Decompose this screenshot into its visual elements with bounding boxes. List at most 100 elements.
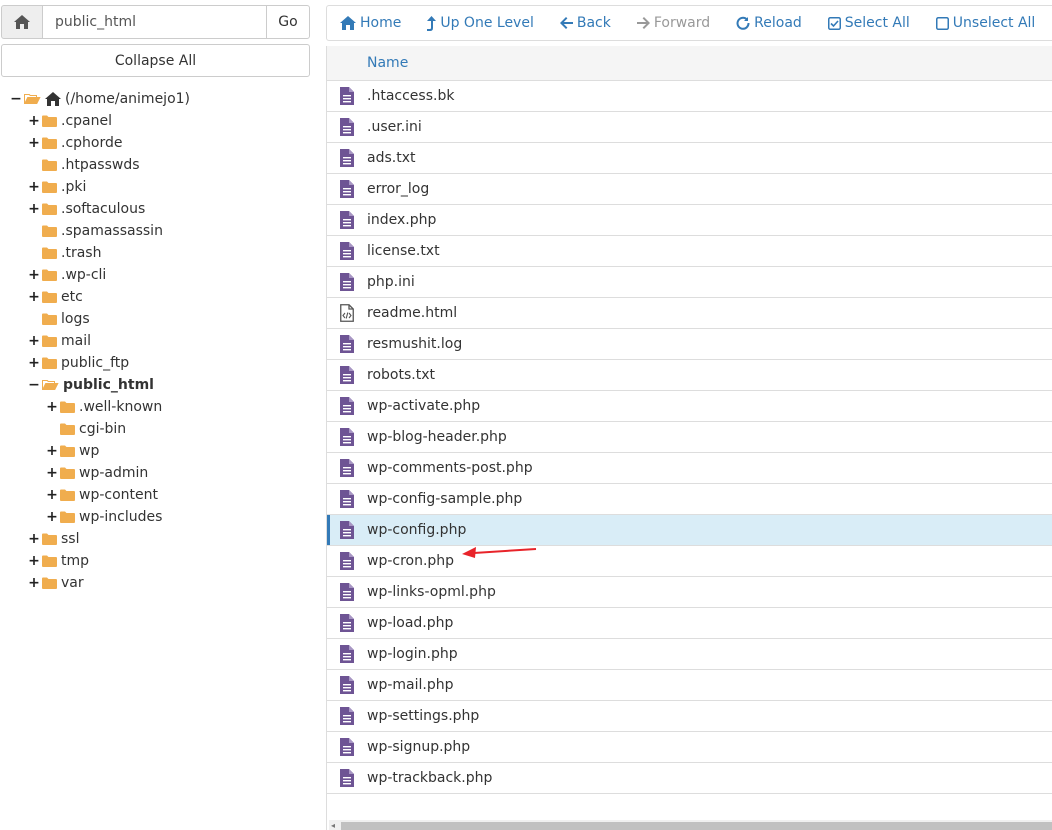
file-row[interactable]: wp-config-sample.php: [327, 484, 1052, 515]
file-row[interactable]: wp-blog-header.php: [327, 422, 1052, 453]
expand-toggle-icon[interactable]: +: [28, 553, 40, 569]
file-row[interactable]: wp-login.php: [327, 639, 1052, 670]
folder-icon: [60, 489, 75, 501]
file-icon: [327, 242, 367, 260]
select-all-button[interactable]: Select All: [815, 6, 923, 40]
tree-item-label: .spamassassin: [61, 223, 163, 239]
expand-toggle-icon[interactable]: +: [28, 113, 40, 129]
tree-item[interactable]: + .cphorde: [0, 132, 320, 154]
tree-item[interactable]: + .cpanel: [0, 110, 320, 132]
file-table-header: Name: [327, 46, 1052, 81]
tree-item-label: wp-content: [79, 487, 158, 503]
file-row[interactable]: wp-cron.php: [327, 546, 1052, 577]
tree-item[interactable]: + public_ftp: [0, 352, 320, 374]
reload-button[interactable]: Reload: [723, 6, 815, 40]
file-name: wp-config.php: [367, 522, 467, 538]
collapse-all-button[interactable]: Collapse All: [1, 44, 310, 77]
expand-toggle-icon[interactable]: +: [46, 465, 58, 481]
file-row[interactable]: wp-comments-post.php: [327, 453, 1052, 484]
tree-item[interactable]: + wp-admin: [0, 462, 320, 484]
file-row[interactable]: wp-links-opml.php: [327, 577, 1052, 608]
tree-item[interactable]: − (/home/animejo1): [0, 88, 320, 110]
file-row[interactable]: readme.html: [327, 298, 1052, 329]
expand-toggle-icon[interactable]: +: [28, 135, 40, 151]
expand-toggle-icon[interactable]: +: [46, 509, 58, 525]
back-button[interactable]: Back: [547, 6, 624, 40]
file-icon: [327, 738, 367, 756]
horizontal-scrollbar[interactable]: ◂: [329, 820, 1052, 830]
file-row[interactable]: resmushit.log: [327, 329, 1052, 360]
tree-item[interactable]: + wp-content: [0, 484, 320, 506]
tree-item[interactable]: + .wp-cli: [0, 264, 320, 286]
expand-toggle-icon[interactable]: +: [28, 179, 40, 195]
expand-toggle-icon[interactable]: +: [28, 333, 40, 349]
unselect-all-button[interactable]: Unselect All: [923, 6, 1049, 40]
file-row[interactable]: error_log: [327, 174, 1052, 205]
file-row[interactable]: ads.txt: [327, 143, 1052, 174]
expand-toggle-icon[interactable]: +: [46, 443, 58, 459]
expand-toggle-icon[interactable]: +: [28, 575, 40, 591]
file-name: wp-mail.php: [367, 677, 454, 693]
file-icon: [327, 366, 367, 384]
scroll-left-icon[interactable]: ◂: [331, 821, 335, 830]
tree-item[interactable]: + .well-known: [0, 396, 320, 418]
tree-item[interactable]: + ssl: [0, 528, 320, 550]
tree-item[interactable]: logs: [0, 308, 320, 330]
collapse-toggle-icon[interactable]: −: [10, 91, 22, 107]
file-row[interactable]: wp-load.php: [327, 608, 1052, 639]
folder-icon: [42, 181, 57, 193]
file-row[interactable]: wp-trackback.php: [327, 763, 1052, 794]
file-row[interactable]: robots.txt: [327, 360, 1052, 391]
expand-toggle-icon[interactable]: +: [28, 355, 40, 371]
tree-item[interactable]: + tmp: [0, 550, 320, 572]
path-input[interactable]: [43, 5, 266, 39]
file-row[interactable]: index.php: [327, 205, 1052, 236]
tree-item[interactable]: + etc: [0, 286, 320, 308]
expand-toggle-icon[interactable]: +: [28, 531, 40, 547]
tree-item[interactable]: .htpasswds: [0, 154, 320, 176]
file-row[interactable]: license.txt: [327, 236, 1052, 267]
tree-item[interactable]: .spamassassin: [0, 220, 320, 242]
name-column-header[interactable]: Name: [367, 55, 408, 71]
file-row[interactable]: wp-mail.php: [327, 670, 1052, 701]
home-button[interactable]: Home: [327, 6, 414, 40]
tree-item[interactable]: + var: [0, 572, 320, 594]
file-name: robots.txt: [367, 367, 435, 383]
tree-item[interactable]: + .softaculous: [0, 198, 320, 220]
tree-item[interactable]: cgi-bin: [0, 418, 320, 440]
file-row[interactable]: wp-config.php: [327, 515, 1052, 546]
tree-item[interactable]: + wp-includes: [0, 506, 320, 528]
file-icon: [327, 552, 367, 570]
tree-item[interactable]: .trash: [0, 242, 320, 264]
collapse-toggle-icon[interactable]: −: [28, 377, 40, 393]
file-icon: [327, 521, 367, 539]
file-row[interactable]: wp-activate.php: [327, 391, 1052, 422]
expand-toggle-icon[interactable]: +: [28, 201, 40, 217]
tree-item-label: cgi-bin: [79, 421, 127, 437]
scrollbar-thumb[interactable]: [341, 822, 1052, 830]
tree-item[interactable]: + mail: [0, 330, 320, 352]
forward-button[interactable]: Forward: [624, 6, 723, 40]
file-row[interactable]: .htaccess.bk: [327, 81, 1052, 112]
go-button[interactable]: Go: [266, 5, 310, 39]
file-name: wp-links-opml.php: [367, 584, 496, 600]
file-name: license.txt: [367, 243, 440, 259]
expand-toggle-icon[interactable]: +: [28, 267, 40, 283]
tree-item[interactable]: + .pki: [0, 176, 320, 198]
file-row[interactable]: wp-settings.php: [327, 701, 1052, 732]
view-trash-button[interactable]: V: [1048, 6, 1052, 40]
expand-toggle-icon[interactable]: +: [46, 399, 58, 415]
up-one-level-button[interactable]: Up One Level: [414, 6, 547, 40]
folder-icon: [42, 247, 57, 259]
tree-item[interactable]: − public_html: [0, 374, 320, 396]
red-arrow-annotation: [462, 547, 537, 558]
expand-toggle-icon[interactable]: +: [46, 487, 58, 503]
file-row[interactable]: php.ini: [327, 267, 1052, 298]
file-name: readme.html: [367, 305, 458, 321]
tree-item-label: logs: [61, 311, 90, 327]
expand-toggle-icon[interactable]: +: [28, 289, 40, 305]
file-row[interactable]: wp-signup.php: [327, 732, 1052, 763]
tree-item[interactable]: + wp: [0, 440, 320, 462]
file-row[interactable]: .user.ini: [327, 112, 1052, 143]
path-home-button[interactable]: [1, 5, 43, 39]
